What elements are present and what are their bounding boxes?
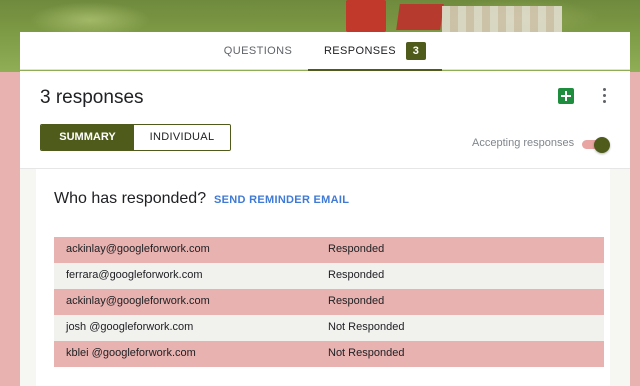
- individual-button[interactable]: INDIVIDUAL: [134, 125, 230, 150]
- more-vert-icon[interactable]: [600, 87, 608, 105]
- page-title: 3 responses: [40, 87, 144, 108]
- accepting-responses-toggle[interactable]: [580, 137, 610, 153]
- responses-header: 3 responses SUMMARY INDIVIDUAL Accepting…: [20, 71, 630, 169]
- responses-count-badge: 3: [406, 42, 427, 61]
- respondents-heading: Who has responded?: [54, 190, 207, 207]
- respondent-status: Responded: [328, 295, 385, 307]
- respondent-status: Responded: [328, 243, 385, 255]
- respondent-email: josh @googleforwork.com: [66, 321, 194, 333]
- tab-responses[interactable]: RESPONSES 3: [308, 32, 442, 71]
- respondent-email: ackinlay@googleforwork.com: [66, 243, 210, 255]
- photo-blanket: [442, 6, 562, 32]
- table-row: kblei @googleforwork.com Not Responded: [54, 341, 604, 367]
- table-row: josh @googleforwork.com Not Responded: [54, 315, 604, 341]
- table-row: ackinlay@googleforwork.com Responded: [54, 289, 604, 315]
- respondent-email: ackinlay@googleforwork.com: [66, 295, 210, 307]
- sheets-icon[interactable]: [558, 88, 574, 104]
- toggle-knob: [594, 137, 610, 153]
- respondent-status: Responded: [328, 269, 385, 281]
- tab-responses-label: RESPONSES: [323, 45, 397, 57]
- summary-button[interactable]: SUMMARY: [41, 125, 134, 150]
- respondent-status: Not Responded: [328, 321, 405, 333]
- tab-questions[interactable]: QUESTIONS: [210, 32, 306, 70]
- view-toggle: SUMMARY INDIVIDUAL: [40, 124, 231, 151]
- responses-card: 3 responses SUMMARY INDIVIDUAL Accepting…: [20, 71, 630, 386]
- respondents-list: ackinlay@googleforwork.com Responded fer…: [54, 237, 604, 367]
- photo-red-object: [346, 0, 386, 32]
- respondent-status: Not Responded: [328, 347, 405, 359]
- respondent-email: kblei @googleforwork.com: [66, 347, 196, 359]
- respondents-panel: Who has responded? SEND REMINDER EMAIL a…: [36, 169, 610, 386]
- table-row: ferrara@googleforwork.com Responded: [54, 263, 604, 289]
- table-row: ackinlay@googleforwork.com Responded: [54, 237, 604, 263]
- tab-bar: QUESTIONS RESPONSES 3: [20, 32, 630, 71]
- respondent-email: ferrara@googleforwork.com: [66, 269, 203, 281]
- accepting-responses-label: Accepting responses: [472, 137, 575, 149]
- photo-red-object-2: [396, 4, 444, 30]
- summary-body: Who has responded? SEND REMINDER EMAIL a…: [20, 169, 630, 386]
- send-reminder-button[interactable]: SEND REMINDER EMAIL: [214, 194, 349, 206]
- tab-questions-label: QUESTIONS: [223, 45, 293, 57]
